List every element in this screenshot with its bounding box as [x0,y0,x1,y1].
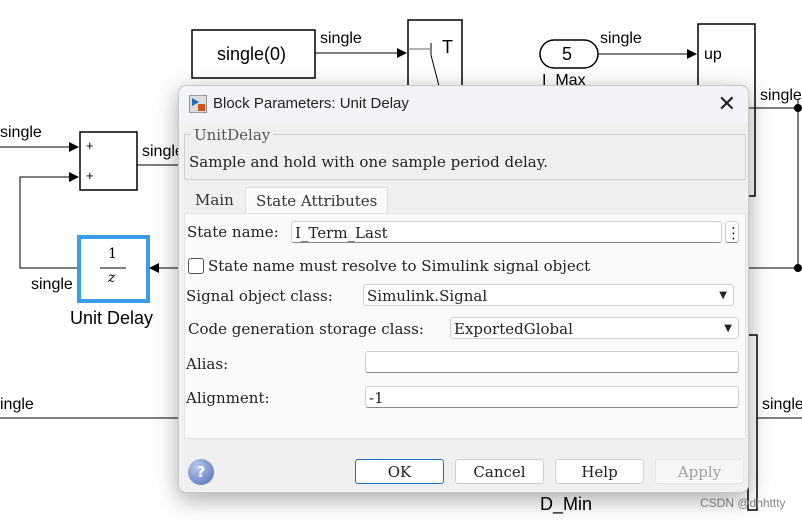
cancel-button[interactable]: Cancel [455,459,544,484]
signal-label: single [31,276,73,293]
sum-plus-1: + [86,138,94,153]
group-title: UnitDelay [191,126,274,144]
resolve-checkbox[interactable] [188,258,204,274]
signal-object-class-label: Signal object class: [186,287,333,305]
state-attributes-panel: State name: I_Term_Last ⋮ State name mus… [184,213,746,439]
sum-plus-2: + [86,168,94,183]
tab-main[interactable]: Main [185,187,244,213]
alias-label: Alias: [186,355,229,373]
dialog-titlebar[interactable]: Block Parameters: Unit Delay ✕ [179,86,748,122]
constant-block-label: single(0) [217,44,287,64]
chevron-down-icon: ▼ [724,323,732,334]
const5-value: 5 [562,44,573,64]
dmin-name: D_Min [540,494,593,514]
block-description-group: UnitDelay Sample and hold with one sampl… [184,126,746,180]
apply-button[interactable]: Apply [655,459,744,484]
dmin-block[interactable] [747,334,758,511]
chevron-down-icon: ▼ [719,290,727,301]
signal-object-class-value: Simulink.Signal [367,287,488,305]
dialog-title: Block Parameters: Unit Delay [213,95,409,112]
help-icon[interactable]: ? [188,459,214,485]
unit-delay-den: z [108,270,116,286]
alignment-input[interactable]: -1 [365,386,739,408]
storage-class-value: ExportedGlobal [454,320,573,338]
signal-label: single [760,87,802,104]
storage-class-dropdown[interactable]: ExportedGlobal ▼ [450,317,739,339]
watermark: CSDN @dhhttty [700,496,786,510]
unit-delay-num: 1 [108,246,117,262]
simulink-app-icon [189,95,207,113]
alias-input[interactable] [365,351,739,373]
block-description: Sample and hold with one sample period d… [189,153,548,171]
help-button[interactable]: Help [555,459,644,484]
switch-label: T [442,37,453,57]
signal-label: single [600,30,642,47]
signal-label-partial: ingle [0,396,34,413]
resolve-checkbox-label: State name must resolve to Simulink sign… [208,257,591,275]
alignment-label: Alignment: [186,389,270,407]
storage-class-label: Code generation storage class: [188,320,424,338]
more-options-button[interactable]: ⋮ [725,221,741,243]
state-name-label: State name: [187,223,279,241]
up-port-label: up [704,46,722,63]
signal-label: single [320,30,362,47]
signal-label: single [762,396,802,413]
block-parameters-dialog: Block Parameters: Unit Delay ✕ UnitDelay… [178,85,749,493]
tab-state-attributes[interactable]: State Attributes [245,187,389,214]
unit-delay-name: Unit Delay [70,308,154,328]
signal-label: single [0,124,42,141]
ok-button[interactable]: OK [355,459,444,484]
close-icon[interactable]: ✕ [718,92,736,117]
state-name-input[interactable]: I_Term_Last [291,221,722,243]
signal-object-class-dropdown[interactable]: Simulink.Signal ▼ [363,284,734,306]
